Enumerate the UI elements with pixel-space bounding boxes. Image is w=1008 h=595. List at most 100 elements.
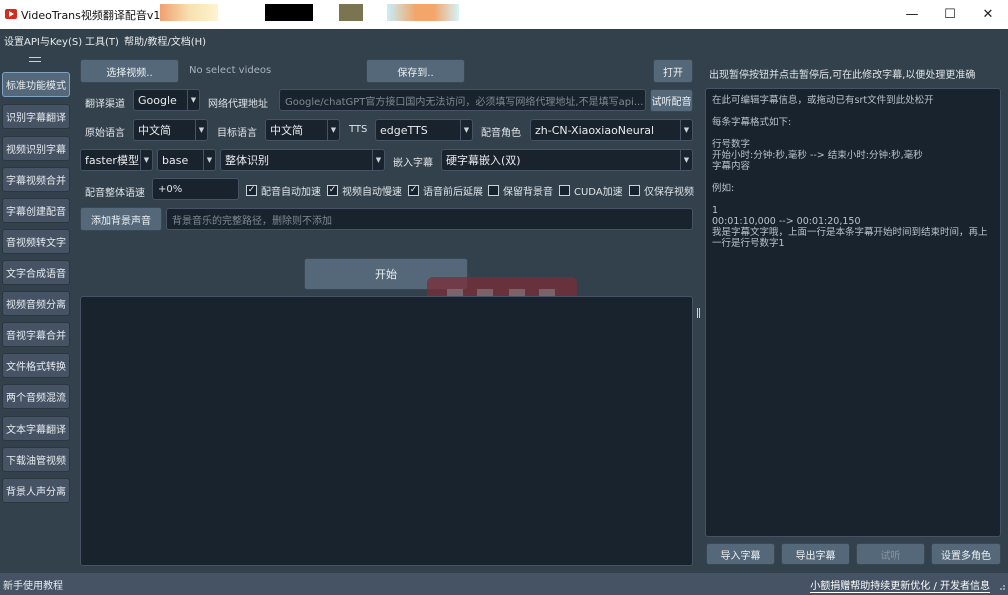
editor-line: 字幕内容	[712, 161, 751, 172]
embed-subtitle-label: 嵌入字幕	[393, 158, 433, 169]
sidebar-item-3[interactable]: 视频识别字幕	[2, 136, 70, 161]
speed-input[interactable]: +0%	[152, 178, 239, 200]
panel-splitter[interactable]	[696, 50, 702, 570]
sidebar-item-2[interactable]: 识别字幕翻译	[2, 104, 70, 129]
chevron-down-icon: ▼	[372, 150, 384, 170]
window-title: VideoTrans视频翻译配音v1.26	[21, 9, 178, 22]
bgm-path-input[interactable]: 背景音乐的完整路径，删除则不添加	[166, 208, 693, 230]
sidebar-item-8[interactable]: 视频音频分离	[2, 291, 70, 316]
splitter-grip-icon	[697, 308, 700, 318]
option-checkbox-3[interactable]: ✓ 语音前后延展	[408, 183, 483, 198]
chevron-down-icon: ▼	[140, 150, 152, 170]
redacted-area	[387, 4, 459, 21]
redacted-area	[160, 4, 218, 21]
minimize-button[interactable]: —	[892, 0, 932, 29]
source-lang-select[interactable]: 中文简 ▼	[133, 119, 208, 141]
checkbox-empty-icon	[488, 184, 499, 196]
chevron-down-icon: ▼	[327, 120, 339, 140]
maximize-icon: ☐	[944, 7, 956, 22]
model-type-select[interactable]: faster模型 ▼	[80, 149, 153, 171]
sidebar-item-4[interactable]: 字幕视频合并	[2, 167, 70, 192]
sidebar-item-14[interactable]: 背景人声分离	[2, 478, 70, 503]
save-to-button[interactable]: 保存到..	[366, 59, 465, 83]
checkbox-empty-icon	[629, 184, 640, 196]
export-subtitle-button[interactable]: 导出字幕	[781, 543, 850, 565]
editor-line: 行号数字	[712, 139, 751, 150]
menu-help[interactable]: 帮助/教程/文档(H)	[124, 33, 206, 48]
option-checkbox-label: 视频自动慢速	[342, 186, 402, 198]
editor-line: 我是字幕文字哦，上面一行是本条字幕开始时间到结束时间，再上一行是行号数字1	[712, 227, 988, 249]
editor-line: 00:01:10,000 --> 00:01:20,150	[712, 216, 861, 227]
target-lang-label: 目标语言	[217, 128, 257, 139]
tts-label: TTS	[349, 124, 368, 135]
sidebar-item-1[interactable]: 标准功能模式	[2, 72, 70, 97]
option-checkbox-label: 保留背景音	[503, 186, 553, 198]
tutorial-link[interactable]: 新手使用教程	[3, 577, 63, 592]
option-checkbox-4[interactable]: 保留背景音	[488, 183, 553, 198]
option-checkbox-5[interactable]: CUDA加速	[559, 183, 623, 198]
maximize-button[interactable]: ☐	[930, 0, 970, 29]
voice-role-label: 配音角色	[481, 128, 521, 139]
sidebar-item-6[interactable]: 音视频转文字	[2, 229, 70, 254]
sidebar-item-13[interactable]: 下载油管视频	[2, 447, 70, 472]
subtitle-editor[interactable]: 在此可编辑字幕信息，或拖动已有srt文件到此处松开 每条字幕格式如下: 行号数字 开始…	[705, 88, 1001, 537]
close-button[interactable]: ✕	[968, 0, 1008, 29]
add-bgm-button[interactable]: 添加背景声音	[80, 207, 162, 231]
voice-role-select[interactable]: zh-CN-XiaoxiaoNeural ▼	[530, 119, 693, 141]
menu-settings-api[interactable]: 设置API与Key(S)	[4, 33, 82, 48]
translate-channel-label: 翻译渠道	[85, 99, 125, 110]
close-icon: ✕	[982, 7, 994, 22]
listen-button[interactable]: 试听	[856, 543, 925, 565]
proxy-input[interactable]: Google/chatGPT官方接口国内无法访问，必须填写网络代理地址,不是填写…	[279, 89, 646, 111]
menu-bar: 设置API与Key(S) 工具(T) 帮助/教程/文档(H)	[0, 29, 1008, 50]
redacted-area	[339, 4, 363, 21]
checkmark-icon: ✓	[408, 184, 419, 196]
donate-link[interactable]: 小额捐赠帮助持续更新优化 / 开发者信息	[810, 577, 990, 593]
source-lang-value: 中文简	[138, 124, 171, 137]
checkmark-icon: ✓	[327, 184, 338, 196]
target-lang-value: 中文简	[270, 124, 303, 137]
chevron-down-icon: ▼	[195, 120, 207, 140]
size-grip-icon[interactable]	[996, 581, 1006, 591]
select-video-button[interactable]: 选择视频..	[80, 59, 179, 83]
sidebar-item-11[interactable]: 两个音频混流	[2, 384, 70, 409]
app-logo-icon	[5, 9, 17, 19]
embed-subtitle-select[interactable]: 硬字幕嵌入(双) ▼	[441, 149, 693, 171]
sidebar-item-10[interactable]: 文件格式转换	[2, 353, 70, 378]
multi-role-button[interactable]: 设置多角色	[931, 543, 1001, 565]
open-button[interactable]: 打开	[653, 59, 693, 83]
menu-tools[interactable]: 工具(T)	[85, 33, 119, 48]
translate-channel-value: Google	[138, 93, 177, 107]
import-subtitle-button[interactable]: 导入字幕	[706, 543, 775, 565]
minimize-icon: —	[905, 7, 919, 22]
process-log-panel[interactable]	[80, 296, 693, 566]
option-checkbox-1[interactable]: ✓ 配音自动加速	[246, 183, 321, 198]
tts-select[interactable]: edgeTTS ▼	[375, 119, 473, 141]
sidebar-item-7[interactable]: 文字合成语音	[2, 260, 70, 285]
sidebar-item-5[interactable]: 字幕创建配音	[2, 198, 70, 223]
sidebar-item-9[interactable]: 音视字幕合并	[2, 322, 70, 347]
option-checkbox-6[interactable]: 仅保存视频	[629, 183, 694, 198]
target-lang-select[interactable]: 中文简 ▼	[265, 119, 340, 141]
translate-channel-select[interactable]: Google ▼	[133, 89, 200, 111]
sidebar-grip-icon[interactable]	[29, 57, 41, 62]
source-lang-label: 原始语言	[85, 128, 125, 139]
editor-line: 开始小时:分钟:秒,毫秒 --> 结束小时:分钟:秒,毫秒	[712, 150, 923, 161]
no-video-text: No select videos	[189, 65, 272, 76]
chevron-down-icon: ▼	[203, 150, 215, 170]
tts-value: edgeTTS	[380, 123, 428, 137]
model-size-select[interactable]: base ▼	[157, 149, 216, 171]
model-size-value: base	[162, 153, 189, 167]
recognize-mode-select[interactable]: 整体识别 ▼	[220, 149, 385, 171]
test-dub-button[interactable]: 试听配音	[650, 89, 693, 112]
editor-line: 在此可编辑字幕信息，或拖动已有srt文件到此处松开	[712, 95, 934, 106]
redacted-area	[265, 4, 313, 21]
chevron-down-icon: ▼	[460, 120, 472, 140]
sidebar-item-12[interactable]: 文本字幕翻译	[2, 416, 70, 441]
recognize-mode-value: 整体识别	[225, 154, 269, 167]
checkmark-icon: ✓	[246, 184, 257, 196]
option-checkbox-2[interactable]: ✓ 视频自动慢速	[327, 183, 402, 198]
